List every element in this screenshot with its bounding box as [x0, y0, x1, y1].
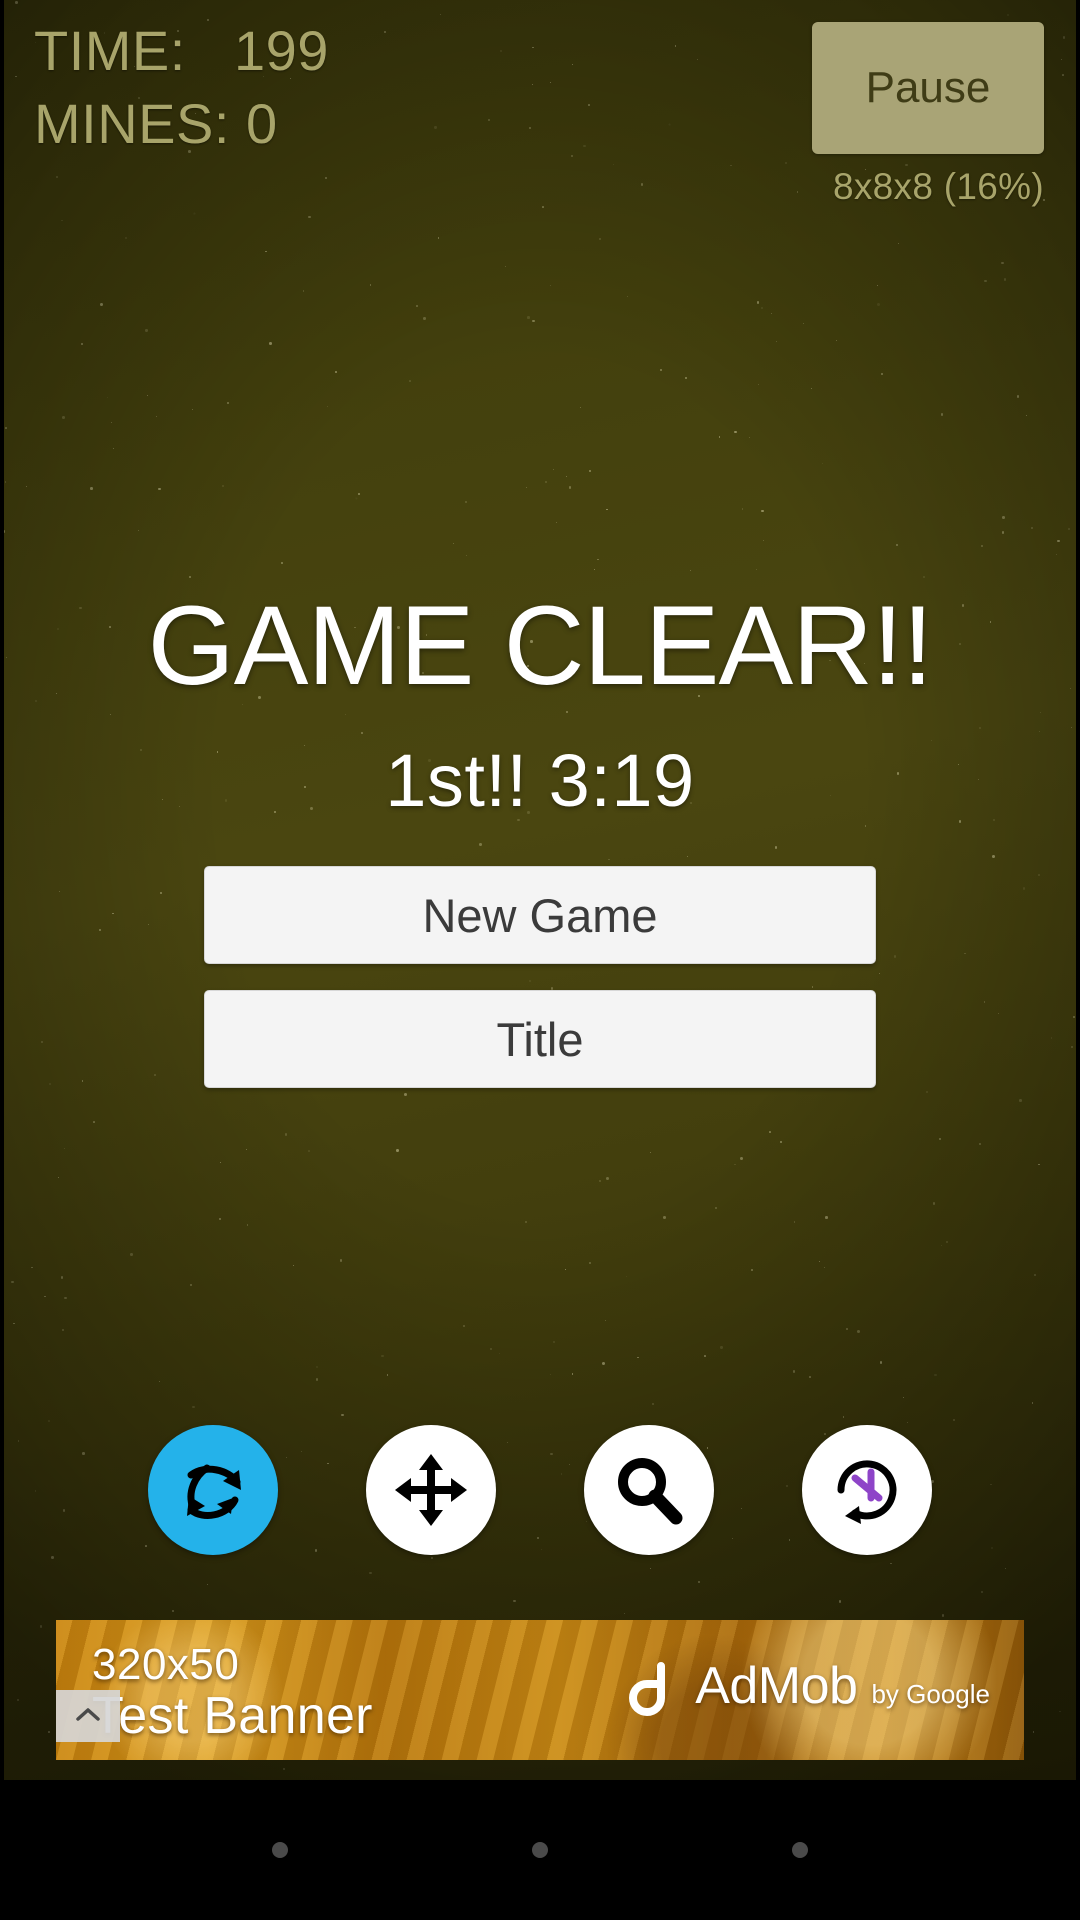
ad-label-text: Test Banner — [92, 1686, 373, 1745]
ad-brand-name: AdMob — [695, 1657, 858, 1715]
ad-brand-by: by Google — [871, 1679, 990, 1709]
ad-size-text: 320x50 — [92, 1640, 240, 1689]
app-screen: TIME: 199 MINES: 0 Pause 8x8x8 (16%) GAM… — [0, 0, 1080, 1920]
nav-home-dot-icon[interactable] — [532, 1842, 548, 1858]
result-actions: New Game Title — [204, 866, 876, 1088]
difficulty-label: 8x8x8 (16%) — [832, 166, 1044, 207]
time-counter: TIME: 199 — [34, 19, 329, 82]
ad-brand-block: AdMob by Google — [621, 1656, 990, 1716]
rotate-axes-icon — [171, 1448, 255, 1532]
zoom-tool-button[interactable] — [584, 1425, 714, 1555]
undo-rotate-icon — [825, 1448, 909, 1532]
mines-counter: MINES: 0 — [34, 92, 278, 156]
system-navigation-bar — [0, 1780, 1080, 1920]
new-game-button[interactable]: New Game — [204, 866, 876, 964]
hud: TIME: 199 MINES: 0 Pause 8x8x8 (16%) — [0, 0, 1080, 208]
nav-back-dot-icon[interactable] — [272, 1842, 288, 1858]
rotate-axes-tool-button[interactable] — [148, 1425, 278, 1555]
tool-button-row — [0, 1425, 1080, 1555]
admob-logo-icon — [629, 1662, 666, 1716]
title-button[interactable]: Title — [204, 990, 876, 1088]
chevron-up-icon — [73, 1705, 103, 1728]
magnifier-icon — [607, 1448, 691, 1532]
move-arrows-icon — [389, 1448, 473, 1532]
hud-right-group: Pause 8x8x8 (16%) — [812, 22, 1052, 208]
undo-rotate-tool-button[interactable] — [802, 1425, 932, 1555]
pan-tool-button[interactable] — [366, 1425, 496, 1555]
ad-banner[interactable]: 320x50 Test Banner AdMob by Google — [56, 1620, 1024, 1760]
nav-recents-dot-icon[interactable] — [792, 1842, 808, 1858]
ad-text-block: 320x50 Test Banner — [92, 1640, 373, 1745]
hud-stats: TIME: 199 MINES: 0 — [34, 22, 329, 152]
ad-collapse-button[interactable] — [56, 1690, 120, 1742]
pause-button[interactable]: Pause — [812, 22, 1044, 154]
